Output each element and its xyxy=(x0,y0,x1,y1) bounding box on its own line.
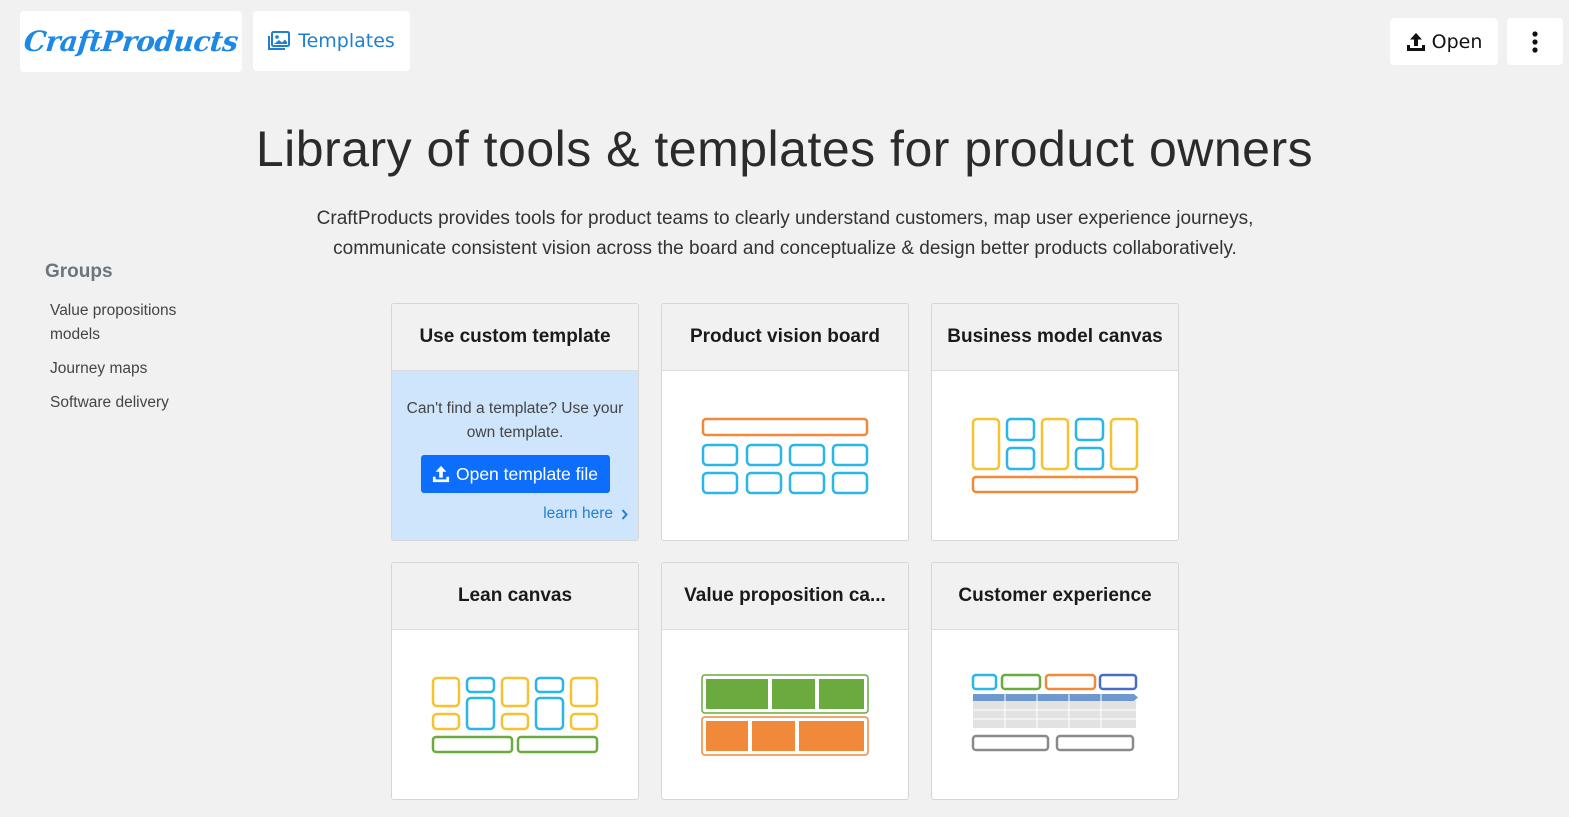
template-card-product-vision-board[interactable]: Product vision board xyxy=(661,303,909,541)
template-card-lean-canvas[interactable]: Lean canvas xyxy=(391,562,639,800)
open-button-label: Open xyxy=(1431,30,1483,53)
sidebar-item-label: models xyxy=(50,326,100,343)
card-thumbnail xyxy=(932,371,1178,540)
description-line-1: CraftProducts provides tools for product… xyxy=(316,208,1254,229)
template-card-business-model-canvas[interactable]: Business model canvas xyxy=(931,303,1179,541)
business-model-canvas-thumbnail xyxy=(971,417,1139,494)
card-title: Use custom template xyxy=(392,304,638,371)
sidebar-item-journey-maps[interactable]: Journey maps xyxy=(50,357,220,381)
card-title: Customer experience xyxy=(932,563,1178,630)
custom-template-card: Use custom template Can't find a templat… xyxy=(391,303,639,541)
card-title: Lean canvas xyxy=(392,563,638,630)
description-line-2: communicate consistent vision across the… xyxy=(333,238,1237,259)
value-proposition-canvas-thumbnail xyxy=(701,674,869,756)
templates-nav-label: Templates xyxy=(298,30,395,52)
learn-here-label: learn here xyxy=(543,505,613,522)
card-thumbnail xyxy=(662,371,908,540)
learn-here-link[interactable]: learn here xyxy=(543,505,628,523)
templates-nav-button[interactable]: Templates xyxy=(253,11,410,71)
card-thumbnail xyxy=(662,630,908,799)
card-title: Value proposition ca... xyxy=(662,563,908,630)
card-title: Product vision board xyxy=(662,304,908,371)
page-title: Library of tools & templates for product… xyxy=(255,121,1314,177)
card-thumbnail xyxy=(392,630,638,799)
upload-icon xyxy=(432,465,450,483)
template-card-customer-experience[interactable]: Customer experience xyxy=(931,562,1179,800)
logo[interactable]: CraftProducts xyxy=(20,11,242,72)
open-template-file-label: Open template file xyxy=(455,463,599,484)
lean-canvas-thumbnail xyxy=(431,676,599,754)
sidebar-item-software-delivery[interactable]: Software delivery xyxy=(50,391,220,415)
more-options-button[interactable] xyxy=(1507,18,1563,65)
custom-template-body: Can't find a template? Use your own temp… xyxy=(392,371,638,540)
kebab-menu-icon xyxy=(1532,30,1538,53)
chevron-right-icon xyxy=(621,508,628,520)
logo-text: CraftProducts xyxy=(22,25,240,58)
sidebar-item-label: Journey maps xyxy=(50,360,148,377)
customer-experience-thumbnail xyxy=(971,673,1138,752)
groups-heading: Groups xyxy=(45,261,113,282)
product-vision-board-thumbnail xyxy=(701,417,869,495)
image-gallery-icon xyxy=(268,31,291,50)
open-button[interactable]: Open xyxy=(1390,18,1498,65)
card-thumbnail xyxy=(932,630,1178,799)
card-title: Business model canvas xyxy=(932,304,1178,371)
sidebar-item-label: Value propositions xyxy=(50,302,177,319)
page-description: CraftProducts provides tools for product… xyxy=(285,204,1285,264)
template-card-value-proposition-canvas[interactable]: Value proposition ca... xyxy=(661,562,909,800)
sidebar-item-label: Software delivery xyxy=(50,394,169,411)
sidebar-item-value-propositions[interactable]: Value propositions models xyxy=(50,299,220,347)
custom-template-text: Can't find a template? Use your own temp… xyxy=(406,400,624,441)
open-template-file-button[interactable]: Open template file xyxy=(420,455,610,493)
upload-icon xyxy=(1406,32,1425,51)
